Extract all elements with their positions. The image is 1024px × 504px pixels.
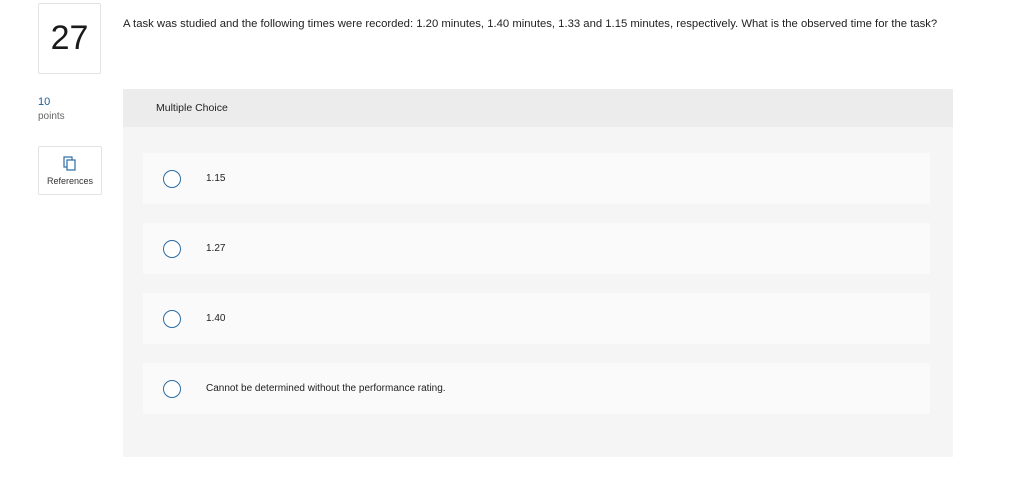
question-type-label: Multiple Choice: [156, 102, 228, 114]
answer-option[interactable]: 1.40: [143, 293, 930, 344]
radio-button[interactable]: [163, 169, 181, 188]
answer-option[interactable]: Cannot be determined without the perform…: [143, 363, 930, 414]
answer-option-label: 1.15: [206, 173, 226, 184]
radio-button[interactable]: [163, 239, 181, 258]
question-type-header: Multiple Choice: [123, 89, 953, 127]
answer-option[interactable]: 1.27: [143, 223, 930, 274]
answer-option[interactable]: 1.15: [143, 153, 930, 204]
answer-option-label: 1.27: [206, 243, 226, 254]
question-prompt: A task was studied and the following tim…: [123, 18, 938, 30]
references-label: References: [46, 175, 94, 186]
points-label: points: [38, 110, 65, 122]
answer-option-label: 1.40: [206, 313, 226, 324]
multiple-choice-panel: Multiple Choice 1.15 1.27 1.40 Cannot be…: [123, 89, 953, 457]
points-value: 10: [38, 96, 51, 108]
references-icon: [63, 155, 76, 171]
references-button[interactable]: References: [38, 146, 102, 195]
radio-button[interactable]: [163, 309, 181, 328]
question-number: 27: [38, 3, 101, 74]
radio-button[interactable]: [163, 379, 181, 398]
answer-option-label: Cannot be determined without the perform…: [206, 383, 446, 394]
points-block: 10 points: [38, 96, 65, 122]
